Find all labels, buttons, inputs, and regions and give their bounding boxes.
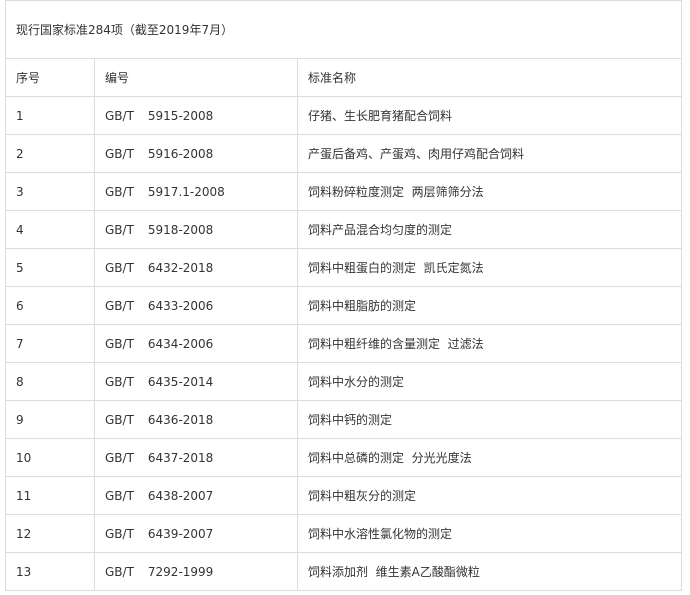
table-title: 现行国家标准284项（截至2019年7月） bbox=[5, 0, 682, 59]
row-code: GB/T 6436-2018 bbox=[94, 400, 298, 439]
row-seq: 6 bbox=[5, 286, 95, 325]
code-prefix: GB/T bbox=[105, 564, 134, 579]
row-seq: 10 bbox=[5, 438, 95, 477]
row-standard-name: 饲料产品混合均匀度的测定 bbox=[297, 210, 682, 249]
table-row: 4 GB/T 5918-2008 饲料产品混合均匀度的测定 bbox=[5, 210, 682, 249]
row-code: GB/T 5916-2008 bbox=[94, 134, 298, 173]
code-prefix: GB/T bbox=[105, 146, 134, 161]
row-code: GB/T 6438-2007 bbox=[94, 476, 298, 515]
code-number: 5916-2008 bbox=[147, 146, 214, 161]
table-row: 13 GB/T 7292-1999 饲料添加剂 维生素A乙酸酯微粒 bbox=[5, 552, 682, 591]
table-row: 7 GB/T 6434-2006 饲料中粗纤维的含量测定 过滤法 bbox=[5, 324, 682, 363]
row-standard-name: 仔猪、生长肥育猪配合饲料 bbox=[297, 96, 682, 135]
table-row: 9 GB/T 6436-2018 饲料中钙的测定 bbox=[5, 400, 682, 439]
row-code: GB/T 6439-2007 bbox=[94, 514, 298, 553]
row-code: GB/T 6433-2006 bbox=[94, 286, 298, 325]
code-prefix: GB/T bbox=[105, 108, 134, 123]
code-number: 5915-2008 bbox=[147, 108, 214, 123]
table-row: 11 GB/T 6438-2007 饲料中粗灰分的测定 bbox=[5, 476, 682, 515]
row-seq: 9 bbox=[5, 400, 95, 439]
code-prefix: GB/T bbox=[105, 260, 134, 275]
row-seq: 13 bbox=[5, 552, 95, 591]
row-standard-name: 饲料添加剂 维生素A乙酸酯微粒 bbox=[297, 552, 682, 591]
code-number: 6432-2018 bbox=[147, 260, 214, 275]
standards-table-body: 现行国家标准284项（截至2019年7月） 序号 编号 标准名称 1 GB/T 59… bbox=[5, 0, 682, 591]
row-standard-name: 饲料粉碎粒度测定 两层筛筛分法 bbox=[297, 172, 682, 211]
row-code: GB/T 6435-2014 bbox=[94, 362, 298, 401]
header-code: 编号 bbox=[94, 58, 298, 97]
table-title-row: 现行国家标准284项（截至2019年7月） bbox=[5, 0, 682, 59]
row-seq: 7 bbox=[5, 324, 95, 363]
row-seq: 12 bbox=[5, 514, 95, 553]
code-number: 7292-1999 bbox=[147, 564, 214, 579]
row-code: GB/T 6434-2006 bbox=[94, 324, 298, 363]
row-standard-name: 饲料中钙的测定 bbox=[297, 400, 682, 439]
code-number: 6435-2014 bbox=[147, 374, 214, 389]
code-prefix: GB/T bbox=[105, 374, 134, 389]
code-prefix: GB/T bbox=[105, 184, 134, 199]
table-row: 12 GB/T 6439-2007 饲料中水溶性氯化物的测定 bbox=[5, 514, 682, 553]
code-number: 6439-2007 bbox=[147, 526, 214, 541]
row-seq: 5 bbox=[5, 248, 95, 287]
table-row: 10 GB/T 6437-2018 饲料中总磷的测定 分光光度法 bbox=[5, 438, 682, 477]
row-code: GB/T 5918-2008 bbox=[94, 210, 298, 249]
row-seq: 4 bbox=[5, 210, 95, 249]
table-row: 8 GB/T 6435-2014 饲料中水分的测定 bbox=[5, 362, 682, 401]
row-standard-name: 产蛋后备鸡、产蛋鸡、肉用仔鸡配合饲料 bbox=[297, 134, 682, 173]
table-row: 5 GB/T 6432-2018 饲料中粗蛋白的测定 凯氏定氮法 bbox=[5, 248, 682, 287]
row-code: GB/T 5917.1-2008 bbox=[94, 172, 298, 211]
code-prefix: GB/T bbox=[105, 450, 134, 465]
row-code: GB/T 6437-2018 bbox=[94, 438, 298, 477]
code-prefix: GB/T bbox=[105, 488, 134, 503]
row-standard-name: 饲料中粗灰分的测定 bbox=[297, 476, 682, 515]
row-code: GB/T 7292-1999 bbox=[94, 552, 298, 591]
code-prefix: GB/T bbox=[105, 412, 134, 427]
table-header-row: 序号 编号 标准名称 bbox=[5, 58, 682, 97]
code-number: 5918-2008 bbox=[147, 222, 214, 237]
row-seq: 1 bbox=[5, 96, 95, 135]
code-number: 6438-2007 bbox=[147, 488, 214, 503]
code-prefix: GB/T bbox=[105, 336, 134, 351]
row-standard-name: 饲料中水溶性氯化物的测定 bbox=[297, 514, 682, 553]
row-seq: 8 bbox=[5, 362, 95, 401]
table-row: 3 GB/T 5917.1-2008 饲料粉碎粒度测定 两层筛筛分法 bbox=[5, 172, 682, 211]
row-standard-name: 饲料中总磷的测定 分光光度法 bbox=[297, 438, 682, 477]
header-name: 标准名称 bbox=[297, 58, 682, 97]
row-seq: 11 bbox=[5, 476, 95, 515]
row-seq: 3 bbox=[5, 172, 95, 211]
code-number: 6433-2006 bbox=[147, 298, 214, 313]
code-prefix: GB/T bbox=[105, 222, 134, 237]
standards-table: 现行国家标准284项（截至2019年7月） 序号 编号 标准名称 1 GB/T 59… bbox=[5, 0, 682, 591]
table-row: 2 GB/T 5916-2008 产蛋后备鸡、产蛋鸡、肉用仔鸡配合饲料 bbox=[5, 134, 682, 173]
code-number: 6437-2018 bbox=[147, 450, 214, 465]
header-seq: 序号 bbox=[5, 58, 95, 97]
row-standard-name: 饲料中粗蛋白的测定 凯氏定氮法 bbox=[297, 248, 682, 287]
code-number: 6436-2018 bbox=[147, 412, 214, 427]
document-page: 现行国家标准284项（截至2019年7月） 序号 编号 标准名称 1 GB/T 59… bbox=[0, 0, 690, 595]
row-standard-name: 饲料中水分的测定 bbox=[297, 362, 682, 401]
table-row: 1 GB/T 5915-2008 仔猪、生长肥育猪配合饲料 bbox=[5, 96, 682, 135]
row-standard-name: 饲料中粗纤维的含量测定 过滤法 bbox=[297, 324, 682, 363]
table-row: 6 GB/T 6433-2006 饲料中粗脂肪的测定 bbox=[5, 286, 682, 325]
row-standard-name: 饲料中粗脂肪的测定 bbox=[297, 286, 682, 325]
row-code: GB/T 6432-2018 bbox=[94, 248, 298, 287]
code-prefix: GB/T bbox=[105, 526, 134, 541]
code-number: 5917.1-2008 bbox=[147, 184, 225, 199]
code-number: 6434-2006 bbox=[147, 336, 214, 351]
row-code: GB/T 5915-2008 bbox=[94, 96, 298, 135]
row-seq: 2 bbox=[5, 134, 95, 173]
code-prefix: GB/T bbox=[105, 298, 134, 313]
